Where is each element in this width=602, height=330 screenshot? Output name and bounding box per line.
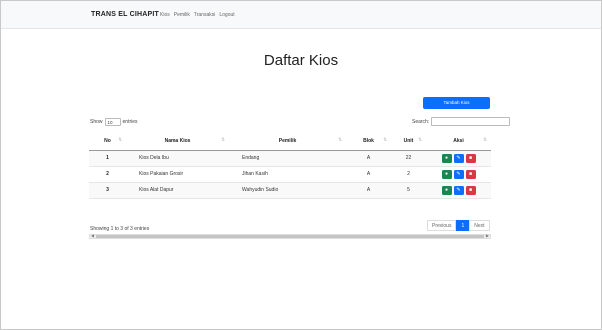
th-blok[interactable]: Blok ⇅ xyxy=(346,132,391,151)
table-info: Showing 1 to 3 of 3 entries xyxy=(90,226,150,232)
show-entries: Show 10 entries xyxy=(90,118,138,126)
nav-link-pemilik[interactable]: Pemilik xyxy=(174,12,190,18)
cell-unit: 22 xyxy=(391,150,426,167)
view-button[interactable]: ● xyxy=(441,185,452,195)
cell-nama-kios: Kios Alat Dapur xyxy=(126,182,229,199)
th-nama-kios[interactable]: Nama Kios ⇅ xyxy=(126,132,229,151)
navbar-brand[interactable]: TRANS EL CIHAPIT xyxy=(91,11,159,18)
edit-button[interactable]: ✎ xyxy=(453,153,464,163)
cell-aksi: ● ✎ ■ xyxy=(426,166,491,183)
th-pemilik-label: Pemilik xyxy=(278,137,297,144)
kios-table: No ⇅ Nama Kios ⇅ Pemilik ⇅ Blok ⇅ Unit ⇅ Aksi… xyxy=(89,132,491,199)
scrollbar-thumb[interactable] xyxy=(96,235,484,238)
cell-aksi: ● ✎ ■ xyxy=(426,182,491,199)
th-unit[interactable]: Unit ⇅ xyxy=(391,132,426,151)
th-no[interactable]: No ⇅ xyxy=(89,132,126,151)
nav-link-kios[interactable]: Kios xyxy=(160,12,170,18)
cell-pemilik: Endang xyxy=(229,150,346,167)
scroll-left-icon[interactable]: ◀ xyxy=(91,233,94,238)
pagination: Previous 1 Next xyxy=(427,220,490,231)
delete-button[interactable]: ■ xyxy=(465,169,476,179)
previous-page-button[interactable]: Previous xyxy=(427,220,457,231)
sort-icon: ⇅ xyxy=(483,137,487,142)
search-input[interactable] xyxy=(431,117,511,126)
nav-links: Kios Pemilik Transaksi Logout xyxy=(160,12,235,18)
eye-icon: ● xyxy=(444,170,449,177)
th-blok-label: Blok xyxy=(363,137,374,144)
edit-button[interactable]: ✎ xyxy=(453,185,464,195)
trash-icon: ■ xyxy=(468,186,473,193)
scroll-right-icon[interactable]: ▶ xyxy=(486,233,489,238)
eye-icon: ● xyxy=(444,154,449,161)
cell-pemilik: Wahyudin Sudio xyxy=(229,182,346,199)
page-1-button[interactable]: 1 xyxy=(456,220,470,231)
th-aksi[interactable]: Aksi ⇅ xyxy=(426,132,491,151)
edit-icon: ✎ xyxy=(456,154,461,161)
th-unit-label: Unit xyxy=(403,137,414,144)
cell-blok: A xyxy=(346,166,391,183)
th-aksi-label: Aksi xyxy=(453,137,464,144)
action-group: ● ✎ ■ xyxy=(426,185,491,195)
edit-button[interactable]: ✎ xyxy=(453,169,464,179)
next-page-button[interactable]: Next xyxy=(469,220,490,231)
sort-icon: ⇅ xyxy=(338,137,342,142)
cell-no: 1 xyxy=(89,150,126,167)
entries-label: entries xyxy=(122,119,138,125)
table-search: Search: xyxy=(412,117,511,126)
edit-icon: ✎ xyxy=(456,186,461,193)
horizontal-scrollbar[interactable]: ◀ ▶ xyxy=(89,233,491,239)
trash-icon: ■ xyxy=(468,154,473,161)
view-button[interactable]: ● xyxy=(441,153,452,163)
cell-blok: A xyxy=(346,182,391,199)
search-label: Search: xyxy=(412,118,430,125)
cell-no: 3 xyxy=(89,182,126,199)
table-row: 1 Kios Dela Ibu Endang A 22 ● ✎ ■ xyxy=(89,150,491,167)
show-label: Show xyxy=(90,119,103,125)
th-nama-label: Nama Kios xyxy=(164,137,191,144)
sort-icon: ⇅ xyxy=(118,137,122,142)
cell-no: 2 xyxy=(89,166,126,183)
edit-icon: ✎ xyxy=(456,170,461,177)
cell-nama-kios: Kios Pakaian Grosir xyxy=(126,166,229,183)
sort-icon: ⇅ xyxy=(221,137,225,142)
cell-unit: 2 xyxy=(391,166,426,183)
cell-unit: 5 xyxy=(391,182,426,199)
eye-icon: ● xyxy=(444,186,449,193)
table-row: 3 Kios Alat Dapur Wahyudin Sudio A 5 ● ✎… xyxy=(89,182,491,199)
table-header-row: No ⇅ Nama Kios ⇅ Pemilik ⇅ Blok ⇅ Unit ⇅ Aksi… xyxy=(89,132,491,151)
table-row: 2 Kios Pakaian Grosir Jihan Kasih A 2 ● … xyxy=(89,166,491,183)
page-title: Daftar Kios xyxy=(263,52,339,69)
th-pemilik[interactable]: Pemilik ⇅ xyxy=(229,132,346,151)
nav-link-logout[interactable]: Logout xyxy=(219,12,234,18)
sort-icon: ⇅ xyxy=(383,137,387,142)
trash-icon: ■ xyxy=(468,170,473,177)
view-button[interactable]: ● xyxy=(441,169,452,179)
cell-nama-kios: Kios Dela Ibu xyxy=(126,150,229,167)
action-group: ● ✎ ■ xyxy=(426,169,491,179)
th-no-label: No xyxy=(104,137,111,144)
navbar: TRANS EL CIHAPIT Kios Pemilik Transaksi … xyxy=(1,1,601,29)
delete-button[interactable]: ■ xyxy=(465,185,476,195)
cell-aksi: ● ✎ ■ xyxy=(426,150,491,167)
cell-blok: A xyxy=(346,150,391,167)
action-group: ● ✎ ■ xyxy=(426,153,491,163)
add-kios-button[interactable]: Tambah Kios xyxy=(423,97,490,109)
entries-length-select[interactable]: 10 xyxy=(104,118,121,126)
nav-link-transaksi[interactable]: Transaksi xyxy=(194,12,216,18)
sort-icon: ⇅ xyxy=(418,137,422,142)
delete-button[interactable]: ■ xyxy=(465,153,476,163)
cell-pemilik: Jihan Kasih xyxy=(229,166,346,183)
